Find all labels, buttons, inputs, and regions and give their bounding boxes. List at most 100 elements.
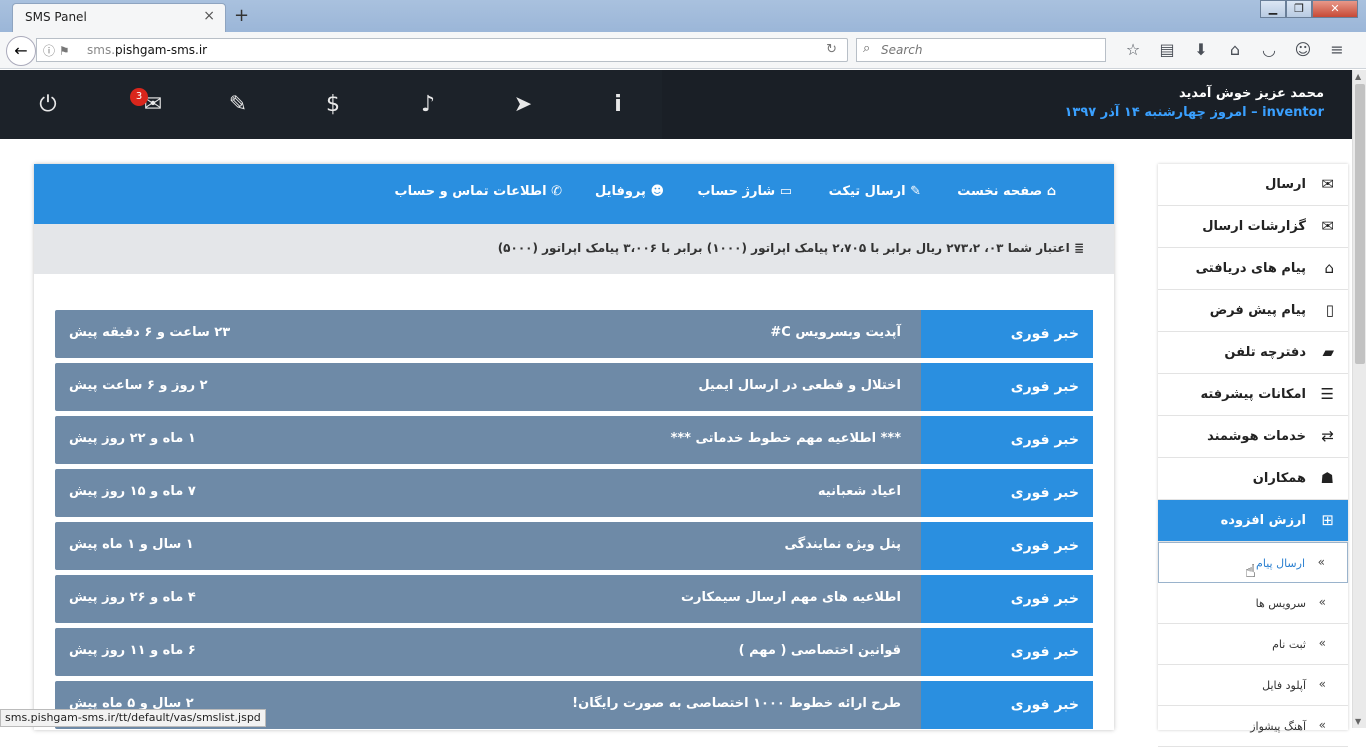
mail-count-badge: 3 xyxy=(130,88,148,106)
news-row[interactable]: خبر فوری آپدیت وبسرویس C# ۲۳ ساعت و ۶ دقیق… xyxy=(55,310,1093,358)
minimize-button[interactable]: ▁ xyxy=(1260,0,1286,18)
panel-nav: ⌂ صفحه نخست ✎ ارسال تیکت ▭ شارژ حساب ☻ پ… xyxy=(34,164,1114,224)
retweet-icon: ⇄ xyxy=(1321,427,1334,445)
download-icon[interactable]: ⬇ xyxy=(1184,40,1218,59)
sidebar-item-label: همکاران xyxy=(1252,471,1306,486)
home-icon[interactable]: ⌂ xyxy=(1218,40,1252,59)
ticket-icon[interactable]: ✎ xyxy=(223,92,253,117)
site-info-icon[interactable]: ⓘ ⚑ xyxy=(43,42,70,59)
news-title[interactable]: پنل ویژه نمایندگی xyxy=(785,522,901,568)
scroll-up-icon[interactable]: ▲ xyxy=(1355,72,1361,81)
nav-charge[interactable]: ▭ شارژ حساب xyxy=(697,184,792,199)
sidebar-item-partners[interactable]: ☗ همکاران xyxy=(1158,458,1348,500)
submenu-item-register[interactable]: » ثبت نام xyxy=(1158,624,1348,665)
app-header: ⏻ ✉ 3 ✎ $ ♪ ➤ i محمد عزیز خوش آمدید inve… xyxy=(0,70,1352,139)
url-text: sms.pishgam-sms.ir xyxy=(87,43,208,57)
news-row[interactable]: خبر فوری اطلاعیه های مهم ارسال سیمکارت ۴ م… xyxy=(55,575,1093,623)
tab-close-icon[interactable]: × xyxy=(203,8,215,24)
users-icon: ☗ xyxy=(1320,469,1334,487)
news-title[interactable]: قوانین اختصاصی ( مهم ) xyxy=(739,628,901,674)
ticket-icon: ✎ xyxy=(910,184,921,199)
menu-icon[interactable]: ≡ xyxy=(1320,40,1354,59)
news-time: ۱ سال و ۱ ماه پیش xyxy=(69,537,194,552)
news-title[interactable]: آپدیت وبسرویس C# xyxy=(770,310,901,356)
sidebar-item-smart[interactable]: ⇄ خدمات هوشمند xyxy=(1158,416,1348,458)
search-icon: ⌕ xyxy=(863,41,871,56)
sidebar-item-send[interactable]: ✉ ارسال xyxy=(1158,164,1348,206)
news-row[interactable]: خبر فوری اعیاد شعبانیه ۷ ماه و ۱۵ روز پیش xyxy=(55,469,1093,517)
news-title[interactable]: اطلاعیه های مهم ارسال سیمکارت xyxy=(681,575,901,621)
news-title[interactable]: *** اطلاعیه مهم خطوط خدماتی *** xyxy=(671,416,901,462)
back-icon[interactable]: ← xyxy=(6,36,36,66)
submenu-item-label: آپلود فایل xyxy=(1262,679,1306,692)
news-row[interactable]: خبر فوری قوانین اختصاصی ( مهم ) ۶ ماه و ۱۱… xyxy=(55,628,1093,676)
reader-icon[interactable]: ▤ xyxy=(1150,40,1184,59)
phone-icon: ✆ xyxy=(551,184,562,199)
scroll-thumb[interactable] xyxy=(1355,84,1365,364)
account-icon[interactable]: ☺ xyxy=(1286,40,1320,59)
sidebar-item-inbox[interactable]: ⌂ پیام های دریافتی xyxy=(1158,248,1348,290)
sidebar: ✉ ارسال ✉ گزارشات ارسال ⌂ پیام های دریافتی … xyxy=(1158,164,1348,747)
news-tag: خبر فوری xyxy=(921,416,1093,464)
envelope-open-icon: ✉ xyxy=(1321,217,1334,235)
news-time: ۲ روز و ۶ ساعت پیش xyxy=(69,378,208,393)
news-title[interactable]: طرح ارائه خطوط ۱۰۰۰ اختصاصی به صورت رایگ… xyxy=(572,681,901,727)
nav-contact[interactable]: ✆ اطلاعات تماس و حساب xyxy=(395,184,562,199)
sidebar-item-reports[interactable]: ✉ گزارشات ارسال xyxy=(1158,206,1348,248)
dollar-icon[interactable]: $ xyxy=(318,92,348,117)
submenu-item-upload[interactable]: » آپلود فایل xyxy=(1158,665,1348,706)
sidebar-item-templates[interactable]: ▯ پیام پیش فرض xyxy=(1158,290,1348,332)
close-button[interactable]: ✕ xyxy=(1312,0,1358,18)
reload-icon[interactable]: ↻ xyxy=(826,42,837,57)
info-icon[interactable]: i xyxy=(603,92,633,117)
news-tag: خبر فوری xyxy=(921,575,1093,623)
submenu-item-services[interactable]: » سرویس ها xyxy=(1158,583,1348,624)
news-row[interactable]: خبر فوری پنل ویژه نمایندگی ۱ سال و ۱ ماه پ… xyxy=(55,522,1093,570)
new-tab-icon[interactable]: + xyxy=(234,5,249,26)
plus-square-icon: ⊞ xyxy=(1321,511,1334,529)
news-title[interactable]: اختلال و قطعی در ارسال ایمیل xyxy=(698,363,901,409)
restore-button[interactable]: ❐ xyxy=(1286,0,1312,18)
sidebar-item-label: گزارشات ارسال xyxy=(1202,219,1306,234)
pocket-icon[interactable]: ◡ xyxy=(1252,40,1286,59)
sidebar-item-label: ارزش افزوده xyxy=(1220,513,1306,528)
send-icon[interactable]: ➤ xyxy=(508,92,538,117)
chevron-double-right-icon: » xyxy=(1318,636,1326,650)
page-scrollbar[interactable]: ▲ ▼ xyxy=(1352,70,1366,728)
window-controls: ▁ ❐ ✕ xyxy=(1260,0,1358,18)
sidebar-item-label: ارسال xyxy=(1265,177,1306,192)
url-bar[interactable]: ⓘ ⚑ sms.pishgam-sms.ir ↻ xyxy=(36,38,848,62)
database-icon: ≣ xyxy=(1073,241,1084,255)
sidebar-item-advanced[interactable]: ☰ امکانات پیشرفته xyxy=(1158,374,1348,416)
news-title[interactable]: اعیاد شعبانیه xyxy=(818,469,901,515)
inbox-icon: ⌂ xyxy=(1324,259,1334,277)
nav-ticket[interactable]: ✎ ارسال تیکت xyxy=(829,184,921,199)
sidebar-item-phonebook[interactable]: ▰ دفترچه تلفن xyxy=(1158,332,1348,374)
power-icon[interactable]: ⏻ xyxy=(33,92,63,117)
nav-profile[interactable]: ☻ پروفایل xyxy=(595,184,664,199)
browser-navbar: ← ⓘ ⚑ sms.pishgam-sms.ir ↻ ⌕ ☆ ▤ ⬇ ⌂ ◡ ☺… xyxy=(0,32,1366,69)
home-icon: ⌂ xyxy=(1046,184,1056,199)
nav-home[interactable]: ⌂ صفحه نخست xyxy=(957,184,1056,199)
news-time: ۱ ماه و ۲۲ روز پیش xyxy=(69,431,196,446)
star-icon[interactable]: ☆ xyxy=(1116,40,1150,59)
news-row[interactable]: خبر فوری اختلال و قطعی در ارسال ایمیل ۲ رو… xyxy=(55,363,1093,411)
browser-tab[interactable]: SMS Panel × xyxy=(12,3,226,32)
credit-bar: ≣ اعتبار شما ۰۳، ۲۷۳،۲ ریال برابر با ۲،۷… xyxy=(34,224,1114,274)
browser-toolbar: ☆ ▤ ⬇ ⌂ ◡ ☺ ≡ xyxy=(1116,40,1354,59)
submenu-item-ringback[interactable]: » آهنگ پیشواز xyxy=(1158,706,1348,747)
list-icon: ☰ xyxy=(1320,385,1334,403)
news-tag: خبر فوری xyxy=(921,681,1093,729)
news-row[interactable]: خبر فوری *** اطلاعیه مهم خطوط خدماتی *** ۱… xyxy=(55,416,1093,464)
bell-icon[interactable]: ♪ xyxy=(413,92,443,117)
news-tag: خبر فوری xyxy=(921,522,1093,570)
search-input[interactable] xyxy=(881,41,1101,59)
sidebar-item-vas[interactable]: ⊞ ارزش افزوده xyxy=(1158,500,1348,542)
news-tag: خبر فوری xyxy=(921,469,1093,517)
sidebar-item-label: خدمات هوشمند xyxy=(1207,429,1306,444)
news-time: ۷ ماه و ۱۵ روز پیش xyxy=(69,484,196,499)
search-bar[interactable]: ⌕ xyxy=(856,38,1106,62)
scroll-down-icon[interactable]: ▼ xyxy=(1355,717,1361,726)
news-list: خبر فوری آپدیت وبسرویس C# ۲۳ ساعت و ۶ دقیق… xyxy=(55,310,1093,734)
news-time: ۲۳ ساعت و ۶ دقیقه پیش xyxy=(69,325,231,340)
